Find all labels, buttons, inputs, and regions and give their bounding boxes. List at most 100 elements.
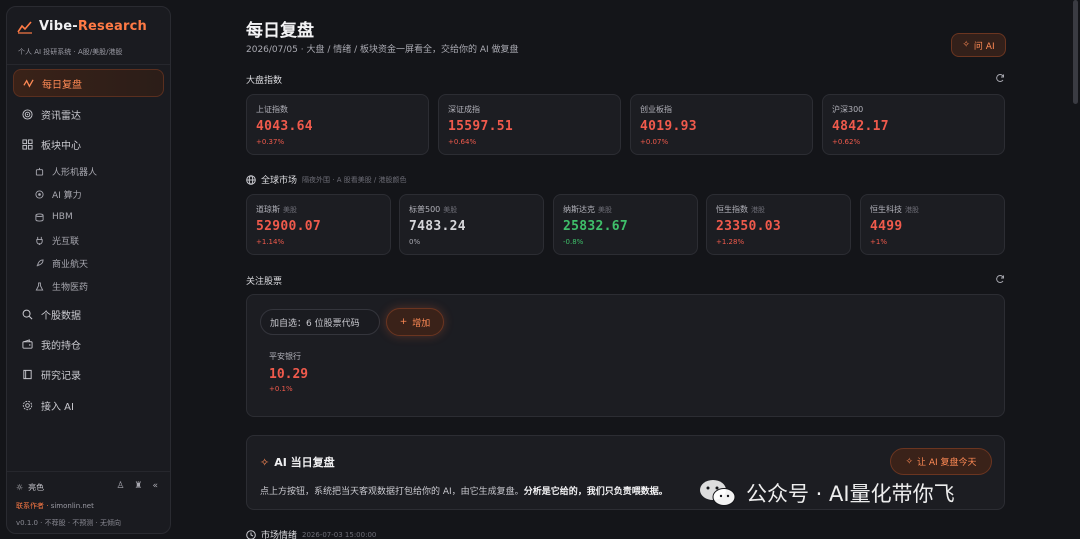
index-value: 15597.51 — [448, 119, 514, 134]
index-name: 深证成指 — [448, 105, 480, 114]
index-change: +0.64% — [448, 138, 477, 146]
global-index-card[interactable]: 标普500 美股 7483.24 0% — [399, 194, 544, 255]
sidebar-item-label: 个股数据 — [41, 310, 81, 322]
sidebar-sub-item-hbm[interactable]: HBM — [35, 207, 73, 227]
sidebar-item-sector-center[interactable]: 板块中心 — [13, 130, 164, 158]
stock-price: 10.29 — [269, 367, 309, 382]
refresh-icon[interactable] — [995, 274, 1005, 284]
sidebar-sub-item-optical-interconnect[interactable]: 光互联 — [35, 230, 79, 250]
index-value: 25832.67 — [563, 219, 629, 234]
page-scrollbar[interactable] — [1073, 0, 1078, 104]
page-subtitle: 2026/07/05 · 大盘 / 情绪 / 板块资金一屏看全，交给你的 AI … — [246, 45, 519, 55]
brand[interactable]: Vibe-Research — [17, 19, 147, 34]
brand-name-accent: Research — [77, 19, 147, 34]
user-icon[interactable]: ♙ — [116, 481, 124, 491]
global-index-card[interactable]: 道琼斯 美股 52900.07 +1.14% — [246, 194, 391, 255]
sidebar-item-my-holdings[interactable]: 我的持仓 — [13, 330, 164, 358]
chip-icon — [35, 189, 44, 199]
refresh-icon[interactable] — [995, 73, 1005, 83]
stock-change: +0.1% — [269, 385, 293, 393]
sidebar-sub-item-humanoid-robot[interactable]: 人形机器人 — [35, 161, 97, 181]
index-value: 4043.64 — [256, 119, 313, 134]
add-watchlist-input[interactable]: 加自选：6 位股票代码 — [260, 309, 380, 335]
sparkle-icon: ✧ — [905, 456, 913, 467]
market-tag: 美股 — [443, 206, 458, 214]
brand-subtitle: 个人 AI 投研系统 · A股/美股/港股 — [18, 48, 123, 56]
index-card[interactable]: 上证指数 4043.64 +0.37% — [246, 94, 429, 155]
sidebar-item-label: 研究记录 — [41, 370, 81, 382]
index-value: 52900.07 — [256, 219, 322, 234]
index-card[interactable]: 创业板指 4019.93 +0.07% — [630, 94, 813, 155]
stock-name[interactable]: 平安银行 — [269, 351, 301, 362]
index-name: 沪深300 — [832, 105, 864, 114]
index-change: +0.37% — [256, 138, 285, 146]
ask-ai-button[interactable]: ✧ 问 AI — [951, 33, 1006, 57]
contact-label: 联系作者 · — [16, 502, 51, 510]
sidebar-sub-item-ai-compute[interactable]: AI 算力 — [35, 184, 82, 204]
section-title-watchlist: 关注股票 — [246, 274, 282, 287]
wechat-watermark: 公众号 · AI量化带你飞 — [698, 478, 955, 508]
section-title-text: 市场情绪 — [261, 531, 298, 539]
sidebar-sub-item-commercial-space[interactable]: 商业航天 — [35, 253, 88, 273]
wechat-icon — [700, 480, 736, 506]
footer-icons: ♙ ♜ « — [116, 481, 158, 491]
ai-review-desc-plain: 点上方按钮，系统把当天客观数据打包给你的 AI，由它生成复盘。 — [260, 487, 524, 497]
section-title-global-market: 全球市场 隔夜外围 · A 股看美股 / 港股颜色 — [246, 173, 407, 186]
sidebar-item-research-notes[interactable]: 研究记录 — [13, 360, 164, 388]
market-tag: 港股 — [751, 206, 765, 214]
index-name-text: 恒生指数 — [716, 205, 748, 214]
sidebar-sub-item-biomedicine[interactable]: 生物医药 — [35, 276, 88, 296]
sidebar-item-news-radar[interactable]: 资讯雷达 — [13, 100, 164, 128]
wallet-icon — [22, 338, 33, 349]
index-name: 上证指数 — [256, 105, 288, 114]
section-title-text: 大盘指数 — [246, 76, 283, 86]
index-change: +1.14% — [256, 238, 285, 246]
index-value: 4842.17 — [832, 119, 889, 134]
index-name: 创业板指 — [640, 105, 672, 114]
index-value: 23350.03 — [716, 219, 782, 234]
page-title: 每日复盘 — [246, 21, 314, 41]
sidebar-item-daily-review[interactable]: 每日复盘 — [13, 69, 164, 97]
contact-author[interactable]: 联系作者 · simonlin.net — [16, 501, 94, 511]
contact-link[interactable]: simonlin.net — [51, 502, 94, 510]
sidebar-item-label: 我的持仓 — [41, 340, 81, 352]
market-mood-timestamp: 2026-07-03 15:00:00 — [302, 530, 377, 539]
plug-icon — [36, 236, 43, 245]
section-title-text: 全球市场 — [261, 176, 298, 186]
globe-icon — [246, 174, 256, 185]
index-name-text: 道琼斯 — [256, 205, 280, 214]
global-index-card[interactable]: 恒生科技 港股 4499 +1% — [860, 194, 1005, 255]
section-title-market-index: 大盘指数 — [246, 73, 282, 86]
clock-icon — [246, 529, 256, 539]
sidebar-item-connect-ai[interactable]: 接入 AI — [13, 391, 164, 419]
sidebar-sub-item-label: 光互联 — [52, 236, 80, 247]
index-card[interactable]: 深证成指 15597.51 +0.64% — [438, 94, 621, 155]
radar-icon — [22, 108, 33, 120]
sidebar-item-label: 每日复盘 — [42, 79, 82, 91]
index-name: 纳斯达克 美股 — [563, 204, 612, 215]
sidebar-item-stock-data[interactable]: 个股数据 — [13, 300, 164, 328]
flask-icon — [35, 281, 44, 291]
index-name: 恒生指数 港股 — [716, 204, 765, 215]
search-icon — [22, 309, 33, 319]
github-icon[interactable]: ♜ — [134, 481, 142, 491]
index-card[interactable]: 沪深300 4842.17 +0.62% — [822, 94, 1005, 155]
sidebar-item-label: 板块中心 — [41, 140, 81, 152]
section-hint: 隔夜外围 · A 股看美股 / 港股颜色 — [302, 175, 407, 184]
index-name-text: 恒生科技 — [870, 205, 902, 214]
collapse-sidebar-icon[interactable]: « — [152, 481, 158, 491]
add-label: 增加 — [412, 318, 431, 329]
ai-review-today-button[interactable]: ✧ 让 AI 复盘今天 — [890, 448, 992, 475]
sidebar-footer: ☼ 亮色 ♙ ♜ « 联系作者 · simonlin.net v0.1.0 · … — [7, 471, 170, 533]
add-watchlist-button[interactable]: + 增加 — [386, 308, 444, 336]
section-title-text: 关注股票 — [246, 277, 283, 287]
theme-toggle[interactable]: ☼ 亮色 — [16, 482, 44, 493]
global-index-card[interactable]: 纳斯达克 美股 25832.67 -0.8% — [553, 194, 698, 255]
ai-review-description: 点上方按钮，系统把当天客观数据打包给你的 AI，由它生成复盘。分析是它给的，我们… — [260, 484, 668, 497]
brand-title: Vibe-Research — [39, 19, 147, 34]
ai-review-button-label: 让 AI 复盘今天 — [917, 458, 977, 468]
index-change: +1.28% — [716, 238, 745, 246]
theme-label: 亮色 — [28, 483, 45, 492]
global-index-card[interactable]: 恒生指数 港股 23350.03 +1.28% — [706, 194, 851, 255]
sidebar-sub-item-label: AI 算力 — [52, 190, 82, 201]
